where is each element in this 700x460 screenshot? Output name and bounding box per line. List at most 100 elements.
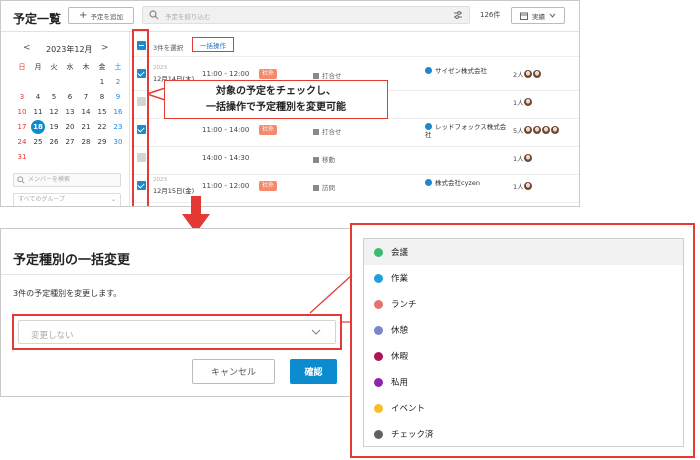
mini-calendar: 日月火水木金土 1 2 3 4 5 6 7 8 9 10 11 12 13 14 15 16 17 18 19 20 21… xyxy=(14,59,126,164)
schedule-type-select[interactable]: 変更しない xyxy=(18,320,336,344)
calendar-day[interactable]: 2 xyxy=(110,74,126,89)
schedule-type-option[interactable]: ランチ xyxy=(364,291,683,317)
calendar-day[interactable]: 26 xyxy=(46,134,62,149)
schedule-type-options-highlight: 会議 作業ランチ休憩休暇私用イベントチェック済 xyxy=(350,223,695,458)
schedule-type-option[interactable]: 休憩 xyxy=(364,317,683,343)
selected-count: 3件を選択 xyxy=(153,44,184,52)
bulk-action-button[interactable]: 一括操作 xyxy=(192,37,234,52)
view-mode-select[interactable]: 実績 xyxy=(511,7,565,24)
calendar-empty xyxy=(46,149,62,164)
schedule-search-input[interactable]: 予定を絞り込む xyxy=(142,6,470,24)
schedule-type-option[interactable]: 休暇 xyxy=(364,343,683,369)
calendar-day[interactable]: 1 xyxy=(94,74,110,89)
calendar-day[interactable]: 14 xyxy=(78,104,94,119)
calendar-empty xyxy=(78,149,94,164)
color-dot-icon xyxy=(374,247,383,257)
row-time: 11:00 - 14:00 xyxy=(202,126,250,134)
calendar-day[interactable]: 9 xyxy=(110,89,126,104)
schedule-kind-icon xyxy=(313,185,319,191)
row-kind-label: 訪問 xyxy=(322,184,335,192)
calendar-day[interactable]: 19 xyxy=(46,119,62,134)
row-kind: 打合せ xyxy=(313,70,342,80)
calendar-day[interactable]: 20 xyxy=(62,119,78,134)
schedule-type-option[interactable]: 会議 xyxy=(364,239,683,265)
chevron-down-icon: ⌄ xyxy=(110,196,116,203)
row-participants[interactable]: 5人 xyxy=(513,125,560,135)
list-divider xyxy=(131,56,579,57)
search-icon xyxy=(17,176,25,184)
calendar-day[interactable]: 23 xyxy=(110,119,126,134)
add-schedule-button[interactable]: + 予定を追加 xyxy=(68,7,134,24)
location-pin-icon xyxy=(425,67,432,74)
avatar xyxy=(522,181,533,191)
schedule-type-placeholder: 変更しない xyxy=(31,331,74,341)
schedule-type-select-highlight: 変更しない xyxy=(12,314,342,350)
search-placeholder: 予定を絞り込む xyxy=(165,13,211,21)
schedule-type-option[interactable]: 作業 xyxy=(364,265,683,291)
calendar-day[interactable]: 4 xyxy=(30,89,46,104)
calendar-empty xyxy=(30,74,46,89)
row-company[interactable]: 株式会社cyzen xyxy=(425,179,507,187)
schedule-type-option[interactable]: チェック済 xyxy=(364,421,683,447)
calendar-day[interactable]: 13 xyxy=(62,104,78,119)
list-divider xyxy=(131,174,579,175)
row-kind-label: 移動 xyxy=(322,156,335,164)
bulk-change-dialog: 予定種別の一括変更 3件の予定種別を変更します。 変更しない キャンセル 確認 xyxy=(0,228,353,397)
member-search-input[interactable]: メンバーを検索 xyxy=(13,173,121,187)
confirm-button[interactable]: 確認 xyxy=(290,359,337,384)
calendar-day[interactable]: 28 xyxy=(78,134,94,149)
calendar-day[interactable]: 6 xyxy=(62,89,78,104)
avatar xyxy=(549,125,560,135)
calendar-day[interactable]: 30 xyxy=(110,134,126,149)
weekday-label: 月 xyxy=(34,62,42,71)
dialog-title: 予定種別の一括変更 xyxy=(13,253,131,268)
color-dot-icon xyxy=(374,403,383,413)
schedule-type-option-label: イベント xyxy=(391,404,426,414)
calendar-day[interactable]: 18 xyxy=(30,119,46,134)
calendar-day[interactable]: 10 xyxy=(14,104,30,119)
row-company[interactable]: サイゼン株式会社 xyxy=(425,67,507,75)
row-participants[interactable]: 2人 xyxy=(513,69,542,79)
calendar-day[interactable]: 7 xyxy=(78,89,94,104)
schedule-type-option-label: チェック済 xyxy=(391,430,434,440)
calendar-day[interactable]: 3 xyxy=(14,89,30,104)
row-participants[interactable]: 1人 xyxy=(513,153,533,163)
calendar-day[interactable]: 24 xyxy=(14,134,30,149)
calendar-day[interactable]: 31 xyxy=(14,149,30,164)
location-pin-icon xyxy=(425,179,432,186)
color-dot-icon xyxy=(374,377,383,387)
calendar-day[interactable]: 22 xyxy=(94,119,110,134)
calendar-day[interactable]: 12 xyxy=(46,104,62,119)
calendar-day[interactable]: 5 xyxy=(46,89,62,104)
schedule-type-option[interactable]: イベント xyxy=(364,395,683,421)
view-mode-label: 実績 xyxy=(532,12,545,21)
schedule-type-option-label: 休暇 xyxy=(391,352,409,362)
calendar-day[interactable]: 16 xyxy=(110,104,126,119)
calendar-icon xyxy=(520,12,528,20)
calendar-day[interactable]: 29 xyxy=(94,134,110,149)
plus-icon: + xyxy=(79,9,88,21)
row-participants[interactable]: 1人 xyxy=(513,181,533,191)
filter-sliders-icon[interactable] xyxy=(453,10,463,20)
row-participants[interactable]: 1人 xyxy=(513,97,533,107)
schedule-type-option-label: ランチ xyxy=(391,300,417,310)
row-date: 12月15日(金) xyxy=(153,187,195,195)
calendar-prev-button[interactable]: < xyxy=(23,43,31,53)
avatar xyxy=(522,97,533,107)
group-select[interactable]: すべてのグループ ⌄ xyxy=(13,193,121,206)
row-time: 11:00 - 12:00 xyxy=(202,70,250,78)
calendar-today[interactable]: 18 xyxy=(31,119,45,134)
schedule-type-option[interactable]: 私用 xyxy=(364,369,683,395)
calendar-day[interactable]: 8 xyxy=(94,89,110,104)
calendar-day[interactable]: 25 xyxy=(30,134,46,149)
row-company[interactable]: レッドフォックス株式会社 xyxy=(425,123,507,139)
calendar-day[interactable]: 15 xyxy=(94,104,110,119)
annotation-callout: 対象の予定をチェックし、 一括操作で予定種別を変更可能 xyxy=(164,80,388,119)
calendar-day[interactable]: 11 xyxy=(30,104,46,119)
row-time: 11:00 - 12:00 xyxy=(202,182,250,190)
cancel-button[interactable]: キャンセル xyxy=(192,359,275,384)
calendar-next-button[interactable]: > xyxy=(101,43,109,53)
calendar-day[interactable]: 27 xyxy=(62,134,78,149)
calendar-day[interactable]: 17 xyxy=(14,119,30,134)
calendar-day[interactable]: 21 xyxy=(78,119,94,134)
